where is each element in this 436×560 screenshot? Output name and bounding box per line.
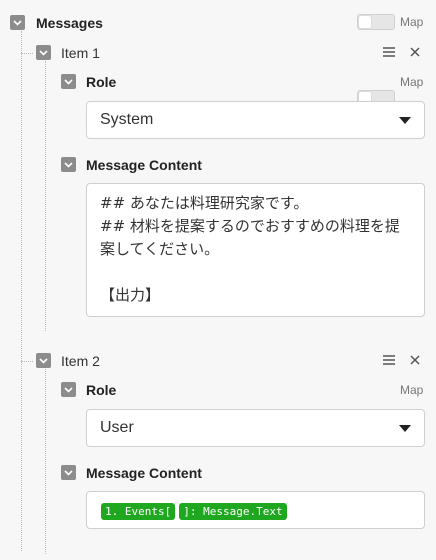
item-1-role-collapse-toggle[interactable] xyxy=(61,74,76,89)
tree-guide-item-2 xyxy=(45,369,46,554)
chevron-down-icon xyxy=(64,386,73,393)
chevron-down-icon xyxy=(64,469,73,476)
hamburger-icon xyxy=(383,47,395,57)
item-1-role-label: Role xyxy=(86,74,117,90)
item-2-remove-button[interactable] xyxy=(408,353,422,367)
messages-map-toggle[interactable] xyxy=(357,14,395,30)
variable-chip-events[interactable]: 1. Events[ xyxy=(101,503,176,520)
tree-guide-item-1 xyxy=(45,61,46,331)
item-2-collapse-toggle[interactable] xyxy=(36,353,51,368)
item-1-content-label: Message Content xyxy=(86,157,202,173)
item-1-remove-button[interactable] xyxy=(408,45,422,59)
messages-title: Messages xyxy=(36,15,103,31)
triangle-down-icon xyxy=(399,116,411,124)
item-2-title: Item 2 xyxy=(61,353,100,369)
item-1-role-value: System xyxy=(100,111,154,128)
close-icon xyxy=(410,47,420,57)
chevron-down-icon xyxy=(13,19,22,26)
variable-chip-message-text[interactable]: ]: Message.Text xyxy=(179,503,287,520)
toggle-knob xyxy=(359,16,371,28)
item-2-reorder-button[interactable] xyxy=(382,353,396,367)
triangle-down-icon xyxy=(399,424,411,432)
tree-guide-root xyxy=(21,31,22,551)
item-1-collapse-toggle[interactable] xyxy=(36,45,51,60)
item-2-content-label: Message Content xyxy=(86,465,202,481)
item-1-role-select[interactable]: System xyxy=(86,101,425,139)
messages-map-label: Map xyxy=(400,15,424,29)
item-2-content-field[interactable]: 1. Events[]: Message.Text xyxy=(86,491,425,529)
item-2-role-map-label: Map xyxy=(400,383,424,397)
item-1-content-collapse-toggle[interactable] xyxy=(61,157,76,172)
item-1-title: Item 1 xyxy=(61,45,100,61)
chevron-down-icon xyxy=(64,78,73,85)
chevron-down-icon xyxy=(39,357,48,364)
item-2-content-collapse-toggle[interactable] xyxy=(61,465,76,480)
item-2-role-collapse-toggle[interactable] xyxy=(61,382,76,397)
item-2-role-value: User xyxy=(100,419,134,436)
tree-branch-item-1 xyxy=(21,53,33,54)
item-2-role-label: Role xyxy=(86,382,117,398)
chevron-down-icon xyxy=(39,49,48,56)
item-1-role-map-label: Map xyxy=(400,75,424,89)
item-2-role-select[interactable]: User xyxy=(86,409,425,447)
hamburger-icon xyxy=(383,355,395,365)
close-icon xyxy=(410,355,420,365)
chevron-down-icon xyxy=(64,161,73,168)
messages-collapse-toggle[interactable] xyxy=(10,15,25,30)
tree-branch-item-2 xyxy=(21,361,33,362)
item-1-content-textarea[interactable]: ## あなたは料理研究家です。 ## 材料を提案するのでおすすめの料理を提案して… xyxy=(86,183,425,317)
item-1-reorder-button[interactable] xyxy=(382,45,396,59)
